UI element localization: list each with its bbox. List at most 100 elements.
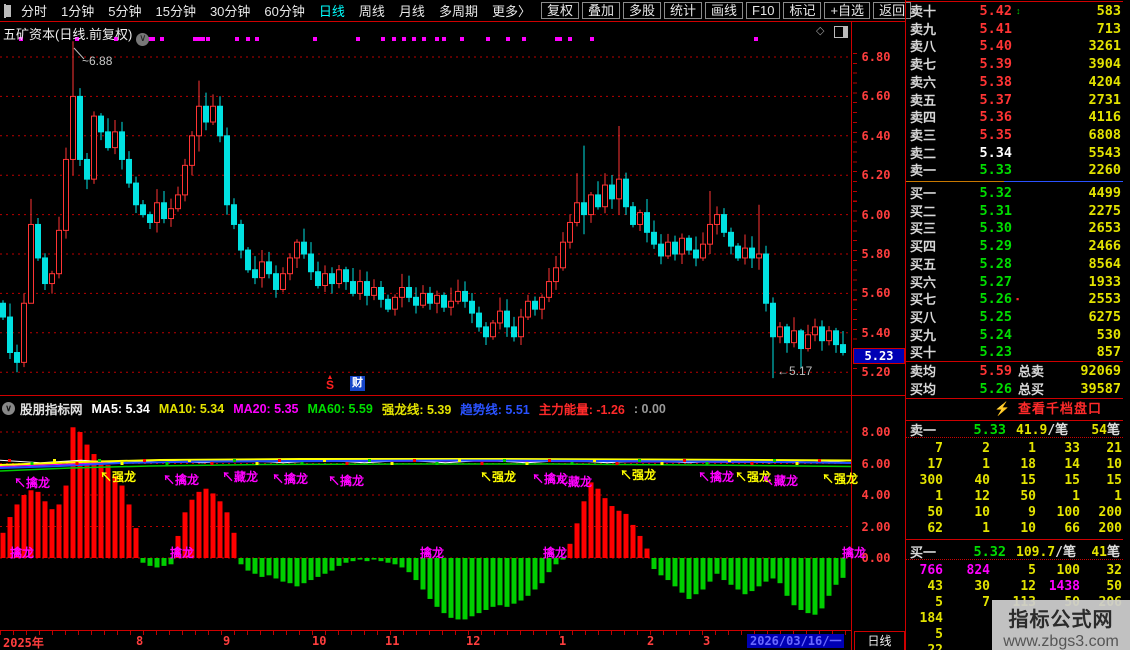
signal-label-藏龙: ↖藏龙 [556,475,593,489]
menu-tool-4[interactable]: 画线 [705,2,744,19]
indicator-value-6: 主力能量: -1.26 [538,403,625,417]
tool-menu: 复权 叠加 多股 统计 画线 F10 标记 +自选 返回 [538,2,913,19]
ask-trade-cell: 1 [982,521,990,536]
bid-trade-cell: 766 [919,563,943,578]
bid-trade-cell: 22 [897,643,943,650]
menu-period-3[interactable]: 15分钟 [148,1,202,20]
menu-period-9[interactable]: 多周期 [432,1,485,20]
bid-trade-cell: 100 [1056,563,1080,578]
indicator-axis-label: 8.00 [861,425,891,439]
candlestick-chart[interactable]: 五矿资本(日线.前复权) ∨ ~6.88 ←5.17 ▲ S 财 ◇ [0,22,851,395]
ask-level-row-4[interactable]: 卖六 5.38 4204 [906,74,1123,91]
price-axis-label: 6.00 [861,207,891,222]
signal-s-icon: ▲ S [326,374,335,392]
split-pane-icon[interactable] [834,26,848,38]
bid-level-row-5[interactable]: 买六 5.27 1933 [906,274,1123,291]
order-book-panel: 卖十 5.42 583 ↕ 卖九 5.41 713 卖八 5.40 3261 卖七 5.39 3904 卖… [905,0,1124,650]
ask-level-row-6[interactable]: 卖四 5.36 4116 [906,109,1123,126]
menu-tool-7[interactable]: +自选 [824,2,871,19]
chevron-down-icon[interactable]: ∨ [136,33,150,46]
bid-level-row-3[interactable]: 买四 5.29 2466 [906,238,1123,255]
ask-trade-cell: 50 [927,505,943,520]
layout-toggle-icon[interactable] [4,3,11,18]
menu-period-5[interactable]: 60分钟 [257,1,311,20]
menu-period-2[interactable]: 5分钟 [101,1,148,20]
ask-trade-cell: 1 [935,489,943,504]
chevron-down-icon[interactable]: ∨ [2,402,15,415]
low-price-annotation: ←5.17 [777,364,813,378]
indicator-panel[interactable]: ∨ 股朋指标网 MA5: 5.34 MA10: 5.34 MA20: 5.35 MA6… [0,398,866,630]
diamond-icon[interactable]: ◇ [816,24,824,37]
menu-period-0[interactable]: 分时 [14,1,54,20]
ask-trade-cell: 7 [935,441,943,456]
bid-level-row-0[interactable]: 买一 5.32 4499 [906,185,1123,202]
ask-trade-cell: 2 [982,441,990,456]
bid-level-row-2[interactable]: 买三 5.30 2653 [906,220,1123,237]
signal-label-擒龙: ↖擒龙 [272,472,309,486]
menu-tool-5[interactable]: F10 [746,2,781,19]
menu-period-7[interactable]: 周线 [352,1,392,20]
cursor-date-tag: 2026/03/16/一 [747,634,845,648]
bid-level-row-1[interactable]: 买二 5.31 2275 [906,203,1123,220]
chart-divider [0,395,905,396]
top-menu-bar: 分时 1分钟 5分钟 15分钟 30分钟 60分钟 日线 周线 月线 多周期 更多〉 复权 叠加 多股统… [0,0,912,22]
ask-level-row-7[interactable]: 卖三 5.35 6808 [906,127,1123,144]
ask-level-row-1[interactable]: 卖九 5.41 713 [906,21,1123,38]
time-axis-label: 12 [466,634,481,648]
time-axis-label: 2025年 [3,636,44,650]
signal-zero-label: 擒龙 [420,546,445,560]
signal-label-强龙: ↖强龙 [620,468,657,482]
wealth-cai-icon[interactable]: 财 [350,376,365,391]
menu-tool-6[interactable]: 标记 [783,2,822,19]
time-axis-label: 9 [223,634,231,648]
bid-level-row-9[interactable]: 买十 5.23 857 [906,344,1123,361]
menu-period-1[interactable]: 1分钟 [54,1,101,20]
ask-level-row-2[interactable]: 卖八 5.40 3261 [906,38,1123,55]
menu-tool-3[interactable]: 统计 [664,2,703,19]
price-axis-label: 5.80 [861,247,891,261]
indicator-value-7: : 0.00 [633,401,666,416]
bid-level-row-8[interactable]: 买九 5.24 530 [906,327,1123,344]
time-tick-marks [0,631,851,635]
signal-zero-label: 擒龙 [10,546,35,560]
ask-trade-cell: 15 [1106,473,1122,488]
menu-tool-2[interactable]: 多股 [623,2,662,19]
ask-level-row-0[interactable]: 卖十 5.42 583 ↕ [906,3,1123,20]
signal-label-擒龙: ↖擒龙 [328,474,365,488]
ask-trade-cell: 9 [1028,505,1036,520]
bid-level-row-7[interactable]: 买八 5.25 6275 [906,309,1123,326]
bid-trade-cell: 12 [1020,579,1036,594]
time-axis-label: 2 [647,634,655,648]
watermark: 指标公式网 www.zbgs3.com [992,600,1130,650]
ask-trade-cell: 62 [927,521,943,536]
signal-label-强龙: ↖强龙 [480,470,517,484]
indicator-value-1: MA10: 5.34 [158,401,225,416]
bid-level-row-6[interactable]: 买七 5.26 2553 ▪ [906,291,1123,308]
menu-period-6[interactable]: 日线 [312,1,352,20]
price-axis-label: 6.60 [861,89,891,104]
signal-zero-label: 擒龙 [543,546,568,560]
menu-period-4[interactable]: 30分钟 [203,1,257,20]
sell-average-row: 卖均 5.59 总卖 92069 [910,363,1121,379]
signal-label-强龙: ↖强龙 [822,472,859,486]
ask-level-row-5[interactable]: 卖五 5.37 2731 [906,92,1123,109]
bid-trade-cell: 5 [935,595,943,610]
level2-button[interactable]: ⚡ 查看千档盘口 [906,398,1123,421]
menu-period-8[interactable]: 月线 [392,1,432,20]
ask-level-row-3[interactable]: 卖七 5.39 3904 [906,56,1123,73]
bid-trade-cell: 5 [935,627,943,642]
ask-level-row-9[interactable]: 卖一 5.33 2260 [906,162,1123,179]
menu-tool-0[interactable]: 复权 [540,2,579,19]
price-axis-label: 5.60 [861,286,891,301]
menu-period-10[interactable]: 更多〉 [485,1,538,20]
indicator-value-0: MA5: 5.34 [91,401,150,416]
bid-trade-cell: 1438 [1048,579,1080,594]
bid-level-row-4[interactable]: 买五 5.28 8564 [906,256,1123,273]
ask-trade-cell: 21 [1106,441,1122,456]
menu-tool-1[interactable]: 叠加 [581,2,620,19]
signal-label-藏龙: ↖藏龙 [762,474,799,488]
ask-level-row-8[interactable]: 卖二 5.34 5543 [906,145,1123,162]
trading-app-window: 分时 1分钟 5分钟 15分钟 30分钟 60分钟 日线 周线 月线 多周期 更多〉 复权 叠加 多股统… [0,0,1130,650]
lightning-icon: ⚡ [994,401,1011,416]
ask-trade-cell: 1 [1114,489,1122,504]
